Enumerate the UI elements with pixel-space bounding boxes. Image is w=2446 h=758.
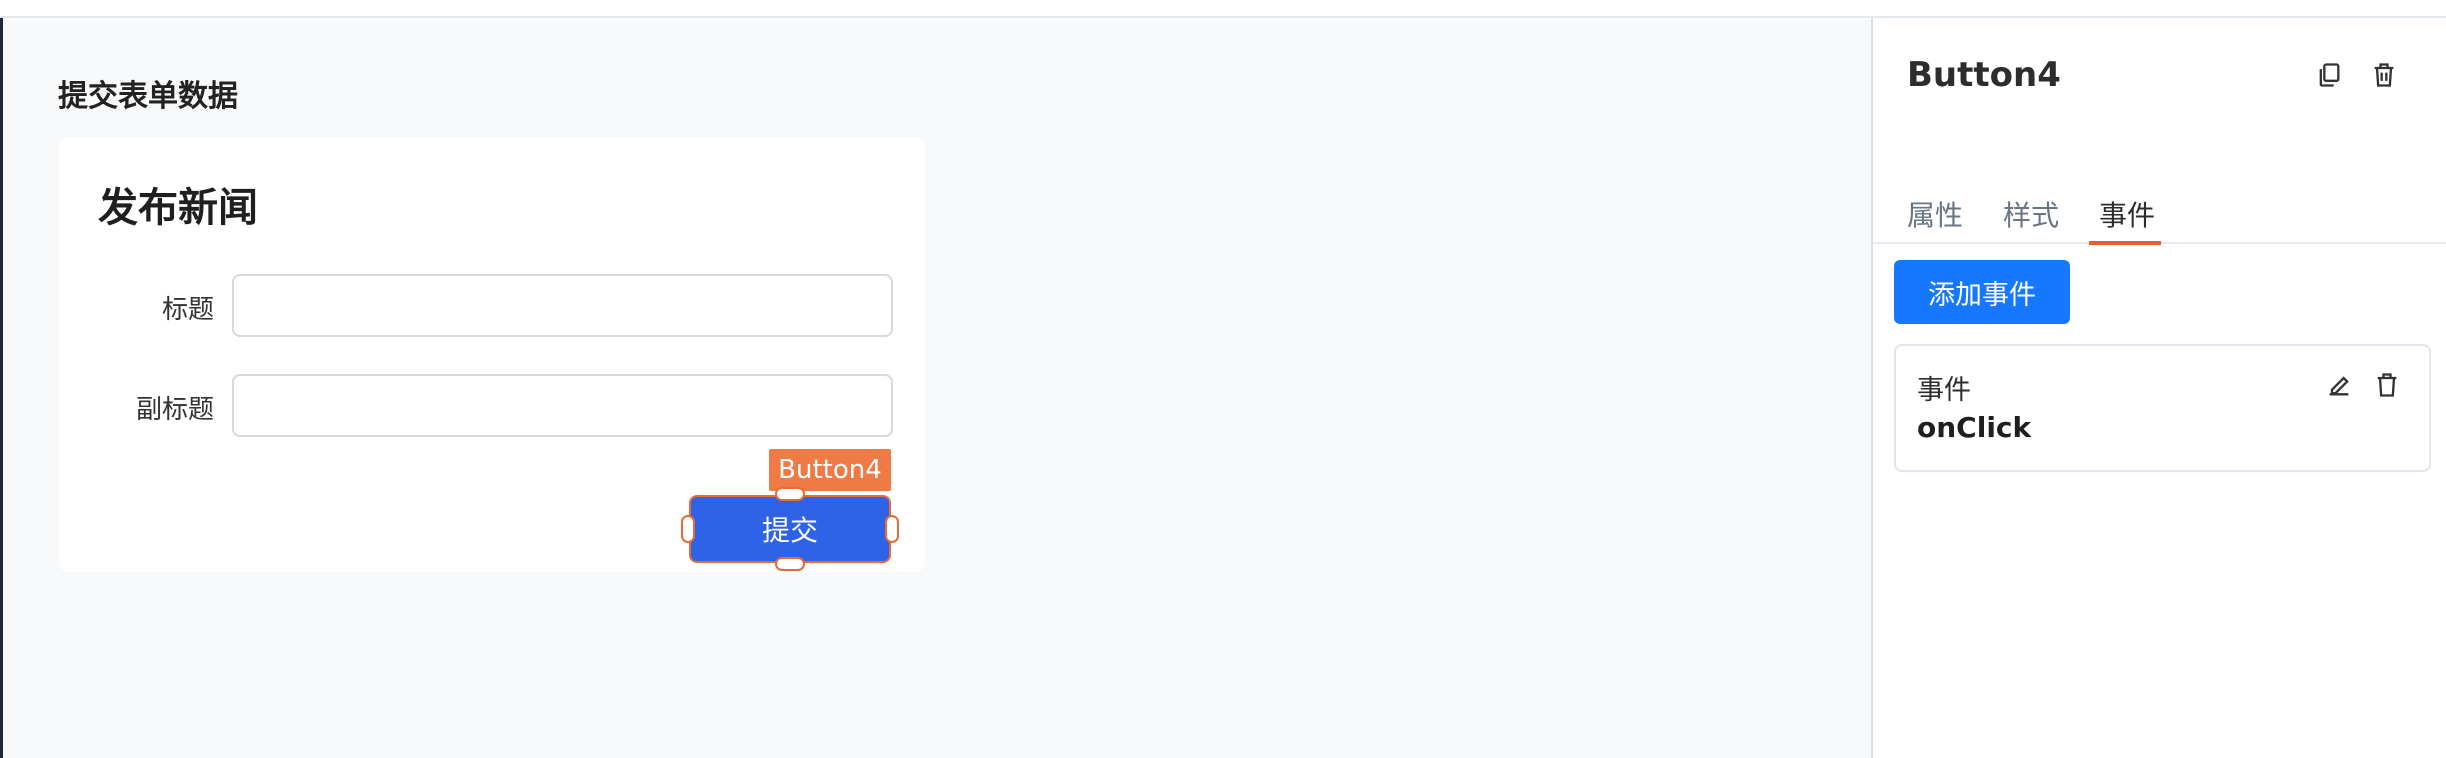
resize-handle-top[interactable] [775,487,805,501]
page-title: 提交表单数据 [58,79,238,114]
tab-style[interactable]: 样式 [2003,194,2059,234]
submit-button-selection[interactable]: Button4 提交 [681,449,899,571]
panel-tabs: 属性 样式 事件 [1873,178,2446,245]
selected-component-tag: Button4 [769,449,891,491]
subtitle-field-label: 副标题 [135,395,214,425]
resize-handle-bottom[interactable] [775,557,805,571]
subtitle-input[interactable] [232,374,893,437]
title-field-label: 标题 [161,295,214,325]
top-border [0,0,2446,18]
trash-icon[interactable] [2367,58,2401,92]
add-event-button[interactable]: 添加事件 [1894,260,2070,324]
edit-icon[interactable] [2322,368,2356,402]
event-trash-icon[interactable] [2370,368,2404,402]
tab-properties[interactable]: 属性 [1907,194,1963,234]
tab-events[interactable]: 事件 [2099,194,2155,234]
title-input[interactable] [232,274,893,337]
copy-icon[interactable] [2312,58,2346,92]
design-canvas[interactable]: 提交表单数据 发布新闻 标题 副标题 Button4 提交 [3,20,1871,758]
resize-handle-left[interactable] [681,515,695,543]
form-title: 发布新闻 [98,185,258,231]
properties-panel: Button4 属性 样式 事件 添加事件 事件 onClick [1871,18,2446,758]
form-card[interactable]: 发布新闻 标题 副标题 Button4 提交 [59,137,925,572]
event-name: onClick [1917,411,2032,444]
event-label: 事件 [1917,375,1971,406]
event-card: 事件 onClick [1894,344,2431,472]
app-root: 提交表单数据 发布新闻 标题 副标题 Button4 提交 Button4 属性… [0,0,2446,758]
submit-button[interactable]: 提交 [689,495,891,563]
component-name-heading: Button4 [1907,55,2061,95]
active-tab-indicator [2089,241,2161,245]
resize-handle-right[interactable] [885,515,899,543]
